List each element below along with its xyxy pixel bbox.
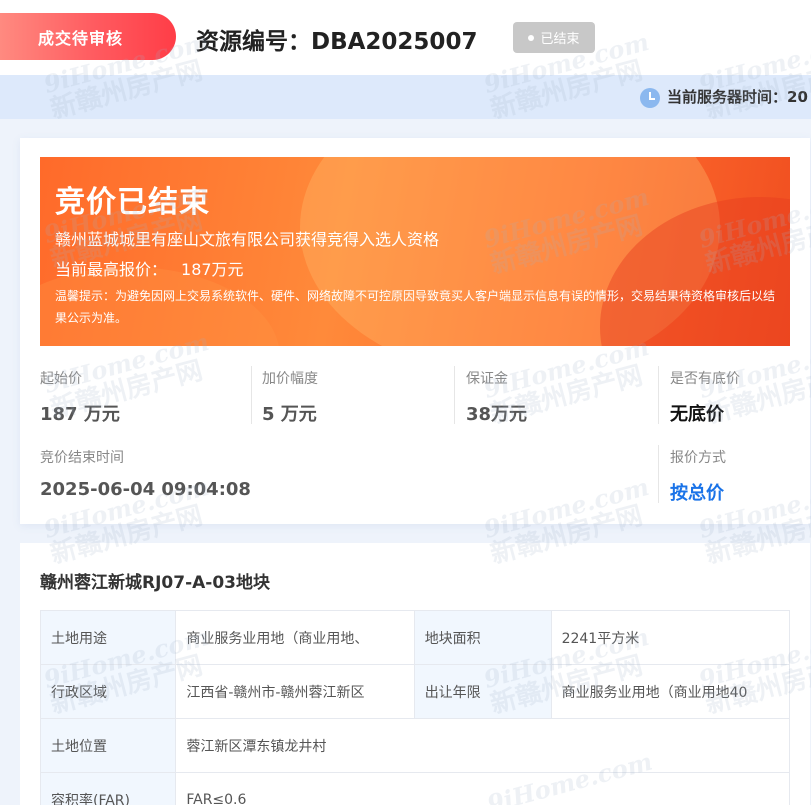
table-row: 行政区域 江西省-赣州市-赣州蓉江新区 出让年限 商业服务业用地（商业用地40 <box>39 664 791 719</box>
auction-ended-banner: 竞价已结束 赣州蓝城城里有座山文旅有限公司获得竞得入选人资格 当前最高报价： 18… <box>40 157 790 346</box>
bid-increment-label: 加价幅度 <box>262 371 318 387</box>
table-row: 土地用途 商业服务业用地（商业用地、 地块面积 2241平方米 <box>39 610 791 665</box>
ended-status-badge: 已结束 <box>513 22 595 53</box>
ended-badge-label: 已结束 <box>540 32 580 47</box>
plot-title: 赣州蓉江新城RJ07-A-03地块 <box>40 573 270 593</box>
reserve-price-label: 是否有底价 <box>670 371 740 387</box>
end-time-value: 2025-06-04 09:04:08 <box>40 479 251 500</box>
winner-text: 赣州蓝城城里有座山文旅有限公司获得竞得入选人资格 <box>55 230 440 249</box>
status-dot-icon <box>528 34 535 41</box>
starting-price-label: 起始价 <box>40 371 82 387</box>
lease-term-value: 商业服务业用地（商业用地40 <box>550 664 791 719</box>
location-value: 蓉江新区潭东镇龙井村 <box>175 718 790 773</box>
land-use-value: 商业服务业用地（商业用地、 <box>175 610 415 665</box>
status-ribbon: 成交待审核 <box>0 13 176 60</box>
bid-method-value: 按总价 <box>670 483 724 504</box>
far-label: 容积率(FAR) <box>39 772 177 805</box>
notice-text: 温馨提示：为避免因网上交易系统软件、硬件、网络故障不可控原因导致竟买人客户端显示… <box>55 289 776 325</box>
table-row: 土地位置 蓉江新区潭东镇龙井村 <box>39 718 790 773</box>
server-time-label: 当前服务器时间：20 <box>667 88 808 106</box>
district-label: 行政区域 <box>39 664 177 719</box>
highest-price-label: 当前最高报价： <box>55 260 168 279</box>
auction-result-card: 竞价已结束 赣州蓝城城里有座山文旅有限公司获得竞得入选人资格 当前最高报价： 18… <box>20 138 810 524</box>
deposit-value: 38万元 <box>466 404 528 425</box>
deposit: 保证金 38万元 <box>466 368 527 426</box>
plot-detail-table: 土地用途 商业服务业用地（商业用地、 地块面积 2241平方米 行政区域 江西省… <box>39 610 791 805</box>
divider <box>658 366 659 424</box>
divider <box>658 445 659 503</box>
table-row: 容积率(FAR) FAR≤0.6 <box>39 772 790 805</box>
starting-price: 起始价 187 万元 <box>40 368 120 426</box>
bid-increment: 加价幅度 5 万元 <box>262 368 318 426</box>
deposit-label: 保证金 <box>466 371 508 387</box>
highest-price: 当前最高报价： 187万元 <box>55 256 244 280</box>
divider <box>251 366 252 424</box>
resource-number: 资源编号：DBA2025007 <box>196 29 478 55</box>
lease-term-label: 出让年限 <box>413 664 552 719</box>
plot-detail-card: 赣州蓉江新城RJ07-A-03地块 土地用途 商业服务业用地（商业用地、 地块面… <box>20 543 810 805</box>
location-label: 土地位置 <box>39 718 177 773</box>
end-time-label: 竞价结束时间 <box>40 450 124 466</box>
plot-area-label: 地块面积 <box>413 610 552 665</box>
starting-price-value: 187 万元 <box>40 404 120 425</box>
bid-method-label: 报价方式 <box>670 450 726 466</box>
banner-title: 竞价已结束 <box>55 185 210 220</box>
bid-increment-value: 5 万元 <box>262 404 317 425</box>
far-value: FAR≤0.6 <box>175 772 790 805</box>
district-value: 江西省-赣州市-赣州蓉江新区 <box>175 664 415 719</box>
clock-icon <box>640 88 660 108</box>
bid-method: 报价方式 按总价 <box>670 447 726 505</box>
reserve-price-value: 无底价 <box>670 404 724 425</box>
land-use-label: 土地用途 <box>39 610 177 665</box>
highest-price-value: 187万元 <box>181 260 244 279</box>
divider <box>454 366 455 424</box>
top-header: 成交待审核 资源编号：DBA2025007 已结束 <box>0 0 811 75</box>
reserve-price: 是否有底价 无底价 <box>670 368 740 426</box>
end-time: 竞价结束时间 2025-06-04 09:04:08 <box>40 447 251 500</box>
plot-area-value: 2241平方米 <box>550 610 791 665</box>
